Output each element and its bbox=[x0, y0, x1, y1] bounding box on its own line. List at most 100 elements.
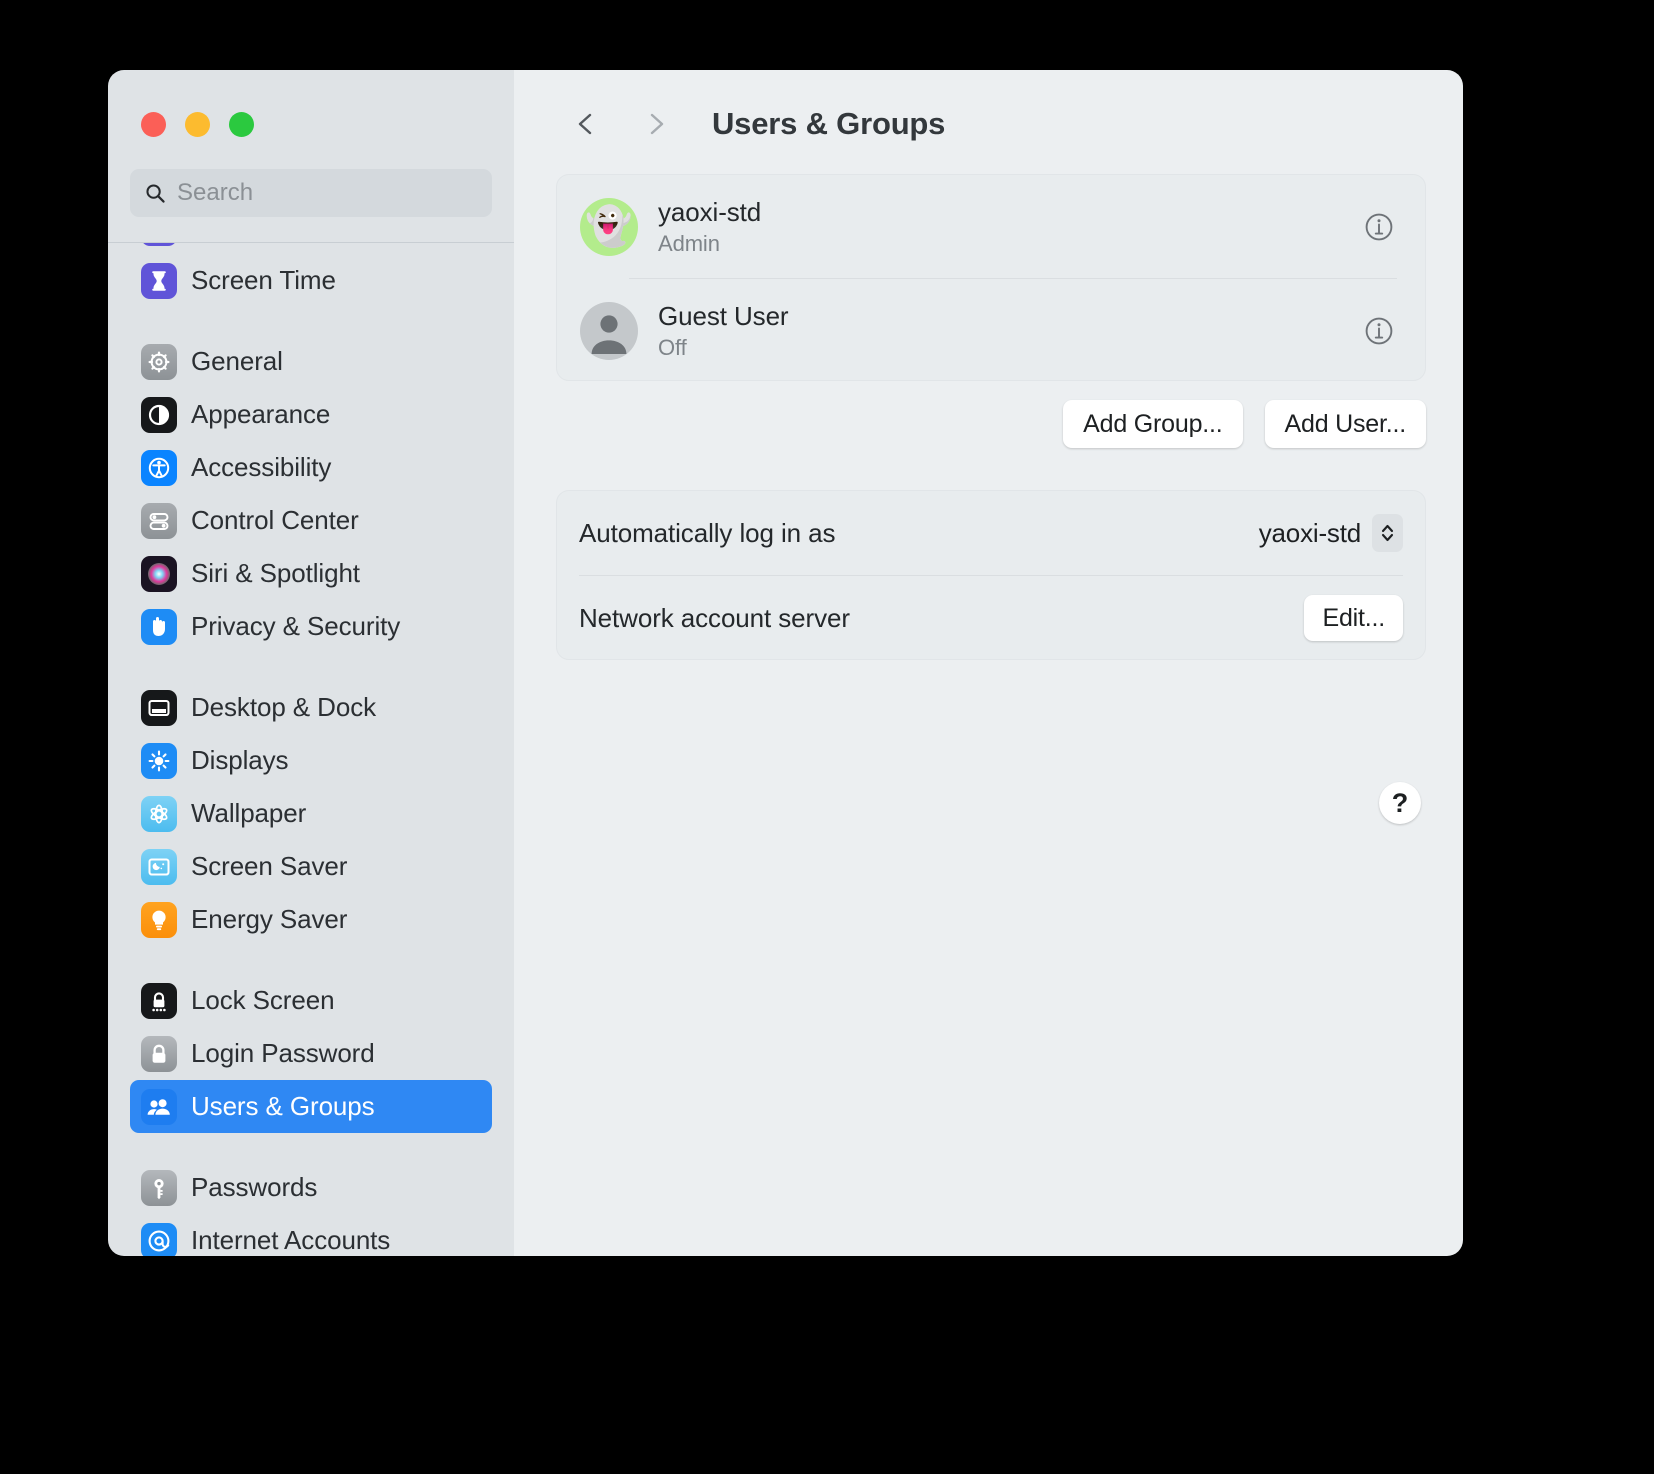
add-user-button[interactable]: Add User... bbox=[1264, 400, 1426, 448]
users-list-card: 👻 yaoxi-std Admin Guest User Off bbox=[556, 174, 1426, 381]
avatar bbox=[580, 301, 638, 360]
users-groups-icon bbox=[141, 1088, 177, 1125]
detail-toolbar: Users & Groups bbox=[514, 70, 1463, 178]
forward-button[interactable] bbox=[628, 96, 684, 152]
sidebar-item-internet-accounts[interactable]: Internet Accounts bbox=[130, 1214, 492, 1256]
avatar: 👻 bbox=[580, 197, 638, 256]
sidebar-item-label: Lock Screen bbox=[191, 985, 335, 1015]
ghost-emoji-icon: 👻 bbox=[585, 205, 633, 248]
sidebar-item-label: Accessibility bbox=[191, 452, 332, 482]
sidebar-item-label: Wallpaper bbox=[191, 798, 307, 828]
privacy-hand-icon bbox=[141, 608, 177, 645]
login-password-icon bbox=[141, 1035, 177, 1072]
sidebar-item-label: Screen Saver bbox=[191, 851, 348, 881]
search-icon bbox=[146, 183, 165, 203]
sidebar-item-focus[interactable]: Focus bbox=[130, 243, 492, 254]
sidebar-item-screen-time[interactable]: Screen Time bbox=[130, 254, 492, 307]
traffic-light-buttons bbox=[108, 70, 514, 137]
sidebar-item-energy-saver[interactable]: Energy Saver bbox=[130, 893, 492, 946]
user-row-yaoxi-std[interactable]: 👻 yaoxi-std Admin bbox=[557, 175, 1425, 278]
sidebar-item-label: Passwords bbox=[191, 1172, 318, 1202]
network-account-server-row: Network account server Edit... bbox=[557, 576, 1425, 660]
user-info-button[interactable] bbox=[1361, 209, 1397, 245]
system-settings-window: Focus Screen Time bbox=[108, 70, 1463, 1256]
focus-icon bbox=[141, 243, 177, 246]
chevron-right-icon bbox=[650, 113, 664, 135]
sidebar-item-users-groups[interactable]: Users & Groups bbox=[130, 1080, 492, 1133]
desktop-dock-icon bbox=[141, 689, 177, 726]
sidebar-item-appearance[interactable]: Appearance bbox=[130, 388, 492, 441]
sidebar-item-label: Siri & Spotlight bbox=[191, 558, 360, 588]
sidebar-nav-list[interactable]: Focus Screen Time bbox=[108, 243, 514, 1256]
add-group-button[interactable]: Add Group... bbox=[1063, 400, 1243, 448]
sidebar-item-label: Desktop & Dock bbox=[191, 692, 377, 722]
user-info: Guest User Off bbox=[658, 301, 1361, 361]
sidebar-item-desktop-dock[interactable]: Desktop & Dock bbox=[130, 681, 492, 734]
sidebar-item-label: Appearance bbox=[191, 399, 331, 429]
sidebar-item-passwords[interactable]: Passwords bbox=[130, 1161, 492, 1214]
gear-icon bbox=[141, 343, 177, 380]
sidebar-item-lock-screen[interactable]: Lock Screen bbox=[130, 974, 492, 1027]
sidebar-item-siri-spotlight[interactable]: Siri & Spotlight bbox=[130, 547, 492, 600]
displays-icon bbox=[141, 742, 177, 779]
search-box[interactable] bbox=[130, 169, 492, 217]
sidebar-item-label: Internet Accounts bbox=[191, 1225, 391, 1255]
edit-network-account-server-button[interactable]: Edit... bbox=[1304, 595, 1403, 641]
sidebar-item-displays[interactable]: Displays bbox=[130, 734, 492, 787]
sidebar-item-label: Energy Saver bbox=[191, 904, 348, 934]
person-placeholder-icon bbox=[591, 314, 627, 354]
detail-pane: Users & Groups 👻 yaoxi-std Admin Guest U… bbox=[514, 70, 1463, 1256]
user-name: yaoxi-std bbox=[658, 196, 762, 227]
sidebar-item-label: Control Center bbox=[191, 505, 359, 535]
user-name: Guest User bbox=[658, 300, 789, 331]
user-row-guest-user[interactable]: Guest User Off bbox=[557, 279, 1425, 382]
auto-login-popup-button[interactable]: yaoxi-std bbox=[1259, 514, 1403, 552]
auto-login-row: Automatically log in as yaoxi-std bbox=[557, 491, 1425, 575]
appearance-icon bbox=[141, 396, 177, 433]
sidebar: Focus Screen Time bbox=[108, 70, 514, 1256]
siri-icon bbox=[141, 555, 177, 592]
accessibility-icon bbox=[141, 449, 177, 486]
auto-login-value: yaoxi-std bbox=[1258, 517, 1361, 548]
info-icon bbox=[1365, 317, 1393, 344]
user-info: yaoxi-std Admin bbox=[658, 197, 1361, 257]
control-center-icon bbox=[141, 502, 177, 539]
login-options-card: Automatically log in as yaoxi-std Networ… bbox=[556, 490, 1426, 660]
network-account-server-label: Network account server bbox=[579, 602, 850, 633]
search-input[interactable] bbox=[177, 179, 478, 207]
sidebar-item-privacy-security[interactable]: Privacy & Security bbox=[130, 600, 492, 653]
user-role: Off bbox=[658, 334, 687, 360]
user-info-button[interactable] bbox=[1361, 313, 1397, 349]
add-buttons-row: Add Group... Add User... bbox=[556, 400, 1426, 448]
energy-saver-icon bbox=[141, 901, 177, 938]
auto-login-label: Automatically log in as bbox=[579, 517, 836, 548]
page-title: Users & Groups bbox=[712, 106, 946, 141]
zoom-window-button[interactable] bbox=[229, 112, 254, 137]
chevron-up-down-icon bbox=[1372, 514, 1403, 552]
info-icon bbox=[1365, 213, 1393, 240]
back-button[interactable] bbox=[558, 96, 614, 152]
sidebar-item-label: Displays bbox=[191, 745, 289, 775]
sidebar-item-label: Screen Time bbox=[191, 265, 336, 295]
sidebar-item-control-center[interactable]: Control Center bbox=[130, 494, 492, 547]
sidebar-item-label: Privacy & Security bbox=[191, 611, 401, 641]
sidebar-item-general[interactable]: General bbox=[130, 335, 492, 388]
screen-saver-icon bbox=[141, 848, 177, 885]
user-role: Admin bbox=[658, 230, 720, 256]
sidebar-item-login-password[interactable]: Login Password bbox=[130, 1027, 492, 1080]
internet-accounts-icon bbox=[141, 1222, 177, 1256]
sidebar-item-wallpaper[interactable]: Wallpaper bbox=[130, 787, 492, 840]
chevron-left-icon bbox=[578, 113, 592, 135]
sidebar-item-screen-saver[interactable]: Screen Saver bbox=[130, 840, 492, 893]
screen-time-icon bbox=[141, 262, 177, 299]
sidebar-item-accessibility[interactable]: Accessibility bbox=[130, 441, 492, 494]
lock-screen-icon bbox=[141, 982, 177, 1019]
sidebar-item-label: Users & Groups bbox=[191, 1091, 375, 1121]
close-window-button[interactable] bbox=[141, 112, 166, 137]
help-button[interactable]: ? bbox=[1379, 782, 1421, 824]
minimize-window-button[interactable] bbox=[185, 112, 210, 137]
